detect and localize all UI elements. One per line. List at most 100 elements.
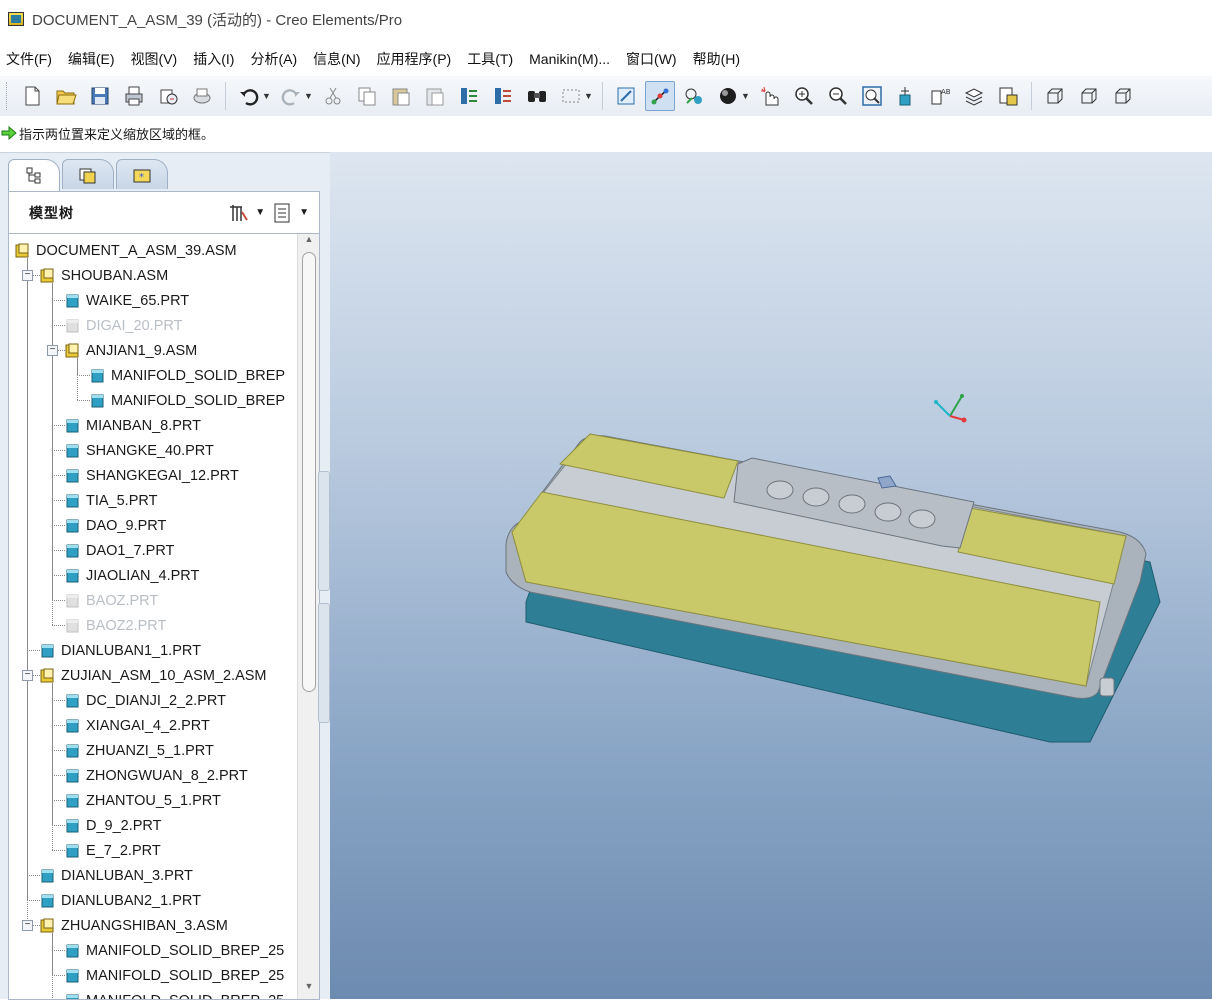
model-display-icon[interactable]: [993, 81, 1023, 111]
tree-item[interactable]: WAIKE_65.PRT: [65, 288, 189, 313]
regenerate-icon[interactable]: [454, 81, 484, 111]
zoom-out-icon[interactable]: [823, 81, 853, 111]
menu-edit[interactable]: 编辑(E): [60, 49, 123, 69]
menu-insert[interactable]: 插入(I): [185, 49, 242, 69]
tree-item[interactable]: SHANGKE_40.PRT: [65, 438, 214, 463]
view-cube3-icon[interactable]: [1108, 81, 1138, 111]
scroll-down-icon[interactable]: ▼: [298, 981, 320, 999]
tree-show-icon[interactable]: [271, 202, 293, 224]
menu-applications[interactable]: 应用程序(P): [369, 49, 460, 69]
tree-item[interactable]: MANIFOLD_SOLID_BREP_25: [65, 963, 284, 988]
open-icon[interactable]: [51, 81, 81, 111]
tree-show-dropdown[interactable]: ▼: [299, 207, 309, 218]
model-tree-tab[interactable]: [8, 159, 60, 191]
new-icon[interactable]: [17, 81, 47, 111]
find-icon[interactable]: [522, 81, 552, 111]
copy-icon[interactable]: [352, 81, 382, 111]
save-icon[interactable]: [85, 81, 115, 111]
splitter-grip[interactable]: [318, 603, 330, 723]
tree-item[interactable]: ZHANTOU_5_1.PRT: [65, 788, 221, 813]
orient-mode-icon[interactable]: [755, 81, 785, 111]
menu-file[interactable]: 文件(F): [0, 49, 60, 69]
layers-icon[interactable]: [959, 81, 989, 111]
tree-settings-icon[interactable]: [227, 202, 249, 224]
annotation-icon[interactable]: AB: [925, 81, 955, 111]
tree-item[interactable]: BAOZ.PRT: [65, 588, 158, 613]
tree-connector: [52, 575, 65, 576]
tree-item[interactable]: DAO1_7.PRT: [65, 538, 174, 563]
tree-item[interactable]: JIAOLIAN_4.PRT: [65, 563, 199, 588]
model-view[interactable]: [330, 152, 1212, 999]
tree-item[interactable]: ZHUANZI_5_1.PRT: [65, 738, 214, 763]
scroll-thumb[interactable]: [302, 252, 316, 692]
paste-icon[interactable]: [386, 81, 416, 111]
tree-item[interactable]: DIGAI_20.PRT: [65, 313, 182, 338]
tree-item[interactable]: DC_DIANJI_2_2.PRT: [65, 688, 226, 713]
tree-item[interactable]: ZHUANGSHIBAN_3.ASM: [40, 913, 228, 938]
redo-dropdown[interactable]: ▼: [304, 91, 314, 101]
tree-item[interactable]: DAO_9.PRT: [65, 513, 166, 538]
toolbar-grip[interactable]: [6, 82, 9, 110]
zoom-in-icon[interactable]: [789, 81, 819, 111]
regen-manager-icon[interactable]: [488, 81, 518, 111]
folder-browser-tab[interactable]: [62, 159, 114, 189]
tree-item[interactable]: ZHONGWUAN_8_2.PRT: [65, 763, 248, 788]
tree-item[interactable]: DIANLUBAN_3.PRT: [40, 863, 193, 888]
print-icon[interactable]: [119, 81, 149, 111]
email-icon[interactable]: [153, 81, 183, 111]
tree-item[interactable]: E_7_2.PRT: [65, 838, 161, 863]
refit-icon[interactable]: [611, 81, 641, 111]
tree-item[interactable]: MANIFOLD_SOLID_BREP: [90, 388, 285, 413]
tree-item[interactable]: XIANGAI_4_2.PRT: [65, 713, 210, 738]
tree-settings-dropdown[interactable]: ▼: [255, 207, 265, 218]
menu-info[interactable]: 信息(N): [305, 49, 368, 69]
view-cube1-icon[interactable]: [1040, 81, 1070, 111]
tree-collapse-icon[interactable]: −: [22, 270, 33, 281]
splitter-grip[interactable]: [318, 471, 330, 591]
datum-display-icon[interactable]: [891, 81, 921, 111]
tree-item[interactable]: D_9_2.PRT: [65, 813, 162, 838]
tree-item[interactable]: DIANLUBAN1_1.PRT: [40, 638, 201, 663]
menu-manikin[interactable]: Manikin(M)...: [521, 51, 618, 67]
redo-icon[interactable]: [276, 81, 306, 111]
spin-center-icon[interactable]: [645, 81, 675, 111]
menu-tools[interactable]: 工具(T): [459, 49, 521, 69]
display-style-dropdown[interactable]: ▼: [741, 91, 751, 101]
graphics-window[interactable]: [330, 152, 1212, 999]
view-cube2-icon[interactable]: [1074, 81, 1104, 111]
menu-view[interactable]: 视图(V): [123, 49, 186, 69]
menu-help[interactable]: 帮助(H): [685, 49, 748, 69]
tree-item[interactable]: DIANLUBAN2_1.PRT: [40, 888, 201, 913]
favorites-tab[interactable]: *: [116, 159, 168, 189]
tree-collapse-icon[interactable]: −: [22, 670, 33, 681]
tree-item[interactable]: SHANGKEGAI_12.PRT: [65, 463, 239, 488]
select-box-icon[interactable]: [556, 81, 586, 111]
display-style-icon[interactable]: [713, 81, 743, 111]
tree-item[interactable]: MIANBAN_8.PRT: [65, 413, 201, 438]
tree-collapse-icon[interactable]: −: [22, 920, 33, 931]
saved-views-icon[interactable]: [679, 81, 709, 111]
tree-collapse-icon[interactable]: −: [47, 345, 58, 356]
undo-dropdown[interactable]: ▼: [262, 91, 272, 101]
tree-item[interactable]: ZUJIAN_ASM_10_ASM_2.ASM: [40, 663, 267, 688]
tree-item[interactable]: ANJIAN1_9.ASM: [65, 338, 197, 363]
panel-splitter[interactable]: [318, 471, 330, 731]
tree-item[interactable]: BAOZ2.PRT: [65, 613, 166, 638]
tree-item[interactable]: MANIFOLD_SOLID_BREP_25: [65, 988, 284, 1000]
menu-analysis[interactable]: 分析(A): [242, 49, 305, 69]
zoom-fit-icon[interactable]: [857, 81, 887, 111]
select-dropdown[interactable]: ▼: [584, 91, 594, 101]
tree-item[interactable]: DOCUMENT_A_ASM_39.ASM: [15, 238, 237, 263]
tree-scrollbar[interactable]: ▲ ▼: [297, 234, 319, 999]
tree-item[interactable]: MANIFOLD_SOLID_BREP: [90, 363, 285, 388]
paste-special-icon[interactable]: [420, 81, 450, 111]
scroll-up-icon[interactable]: ▲: [298, 234, 320, 252]
tree-item[interactable]: SHOUBAN.ASM: [40, 263, 168, 288]
assembly-model[interactable]: [506, 434, 1160, 742]
tree-item[interactable]: MANIFOLD_SOLID_BREP_25: [65, 938, 284, 963]
tree-item[interactable]: TIA_5.PRT: [65, 488, 157, 513]
cut-icon[interactable]: [318, 81, 348, 111]
undo-icon[interactable]: [234, 81, 264, 111]
send-icon[interactable]: [187, 81, 217, 111]
menu-window[interactable]: 窗口(W): [618, 49, 685, 69]
